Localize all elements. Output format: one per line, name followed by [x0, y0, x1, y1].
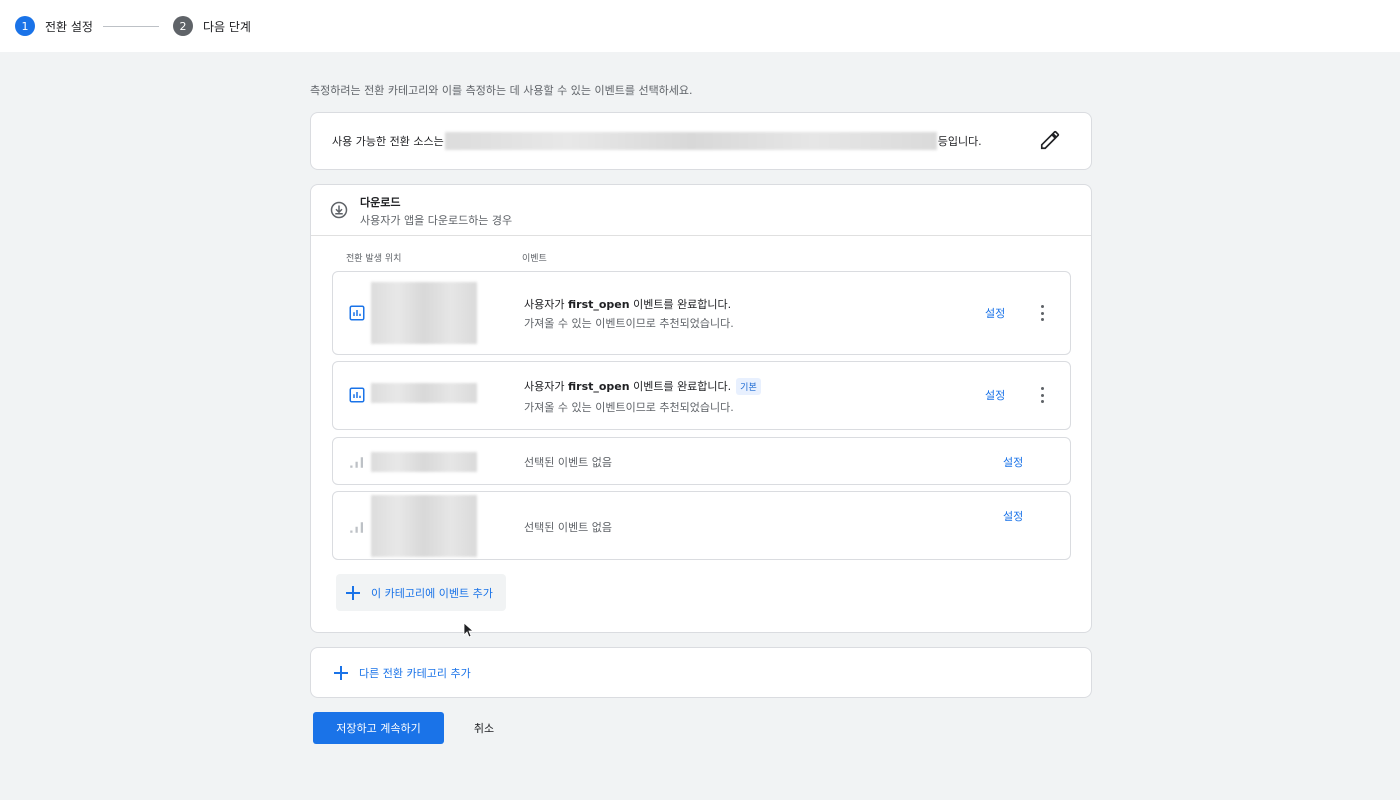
redacted-location [371, 383, 477, 403]
source-suffix: 등입니다. [937, 135, 982, 148]
step-label-2: 다음 단계 [202, 19, 251, 34]
event-text-post: 이벤트를 완료합니다. [629, 380, 732, 393]
event-row-2: 사용자가 first_open 이벤트를 완료합니다. 기본 가져올 수 있는 이… [332, 361, 1071, 430]
setup-link[interactable]: 설정 [985, 387, 1005, 403]
pencil-icon[interactable] [1039, 129, 1061, 151]
download-icon [330, 201, 348, 219]
more-vert-icon[interactable] [1039, 387, 1045, 403]
stepper-bar: 1 전환 설정 2 다음 단계 [0, 0, 1400, 52]
default-badge: 기본 [736, 378, 761, 395]
category-subtitle: 사용자가 앱을 다운로드하는 경우 [360, 214, 513, 227]
download-category-card: 다운로드 사용자가 앱을 다운로드하는 경우 전환 발생 위치 이벤트 사용자가… [310, 184, 1092, 633]
add-event-button[interactable]: 이 카테고리에 이벤트 추가 [336, 574, 506, 611]
cancel-button[interactable]: 취소 [460, 712, 508, 744]
event-text-pre: 사용자가 [524, 380, 568, 393]
source-prefix: 사용 가능한 전환 소스는 [332, 135, 444, 148]
intro-text: 측정하려는 전환 카테고리와 이를 측정하는 데 사용할 수 있는 이벤트를 선… [310, 84, 693, 97]
redacted-location [371, 495, 477, 557]
setup-link[interactable]: 설정 [1003, 454, 1023, 470]
event-name: first_open [567, 380, 630, 393]
step-connector [102, 25, 159, 27]
mouse-cursor-icon [463, 622, 475, 638]
event-text-post: 이벤트를 완료합니다. [629, 298, 732, 311]
step-label-1: 전환 설정 [45, 19, 93, 34]
column-header-location: 전환 발생 위치 [346, 254, 402, 264]
analytics-icon [349, 305, 365, 321]
step-next[interactable]: 2 다음 단계 [172, 16, 251, 36]
setup-link[interactable]: 설정 [1003, 508, 1023, 524]
event-row-1: 사용자가 first_open 이벤트를 완료합니다. 가져올 수 있는 이벤트… [332, 271, 1071, 355]
step-conversion-setup[interactable]: 1 전환 설정 [15, 16, 93, 36]
analytics-icon [349, 387, 365, 403]
event-row-4: 선택된 이벤트 없음 설정 [332, 491, 1071, 560]
conversion-source-card: 사용 가능한 전환 소스는 등입니다. [310, 112, 1092, 170]
step-number-1: 1 [15, 16, 35, 36]
category-title: 다운로드 [360, 196, 401, 209]
signal-bars-icon [350, 522, 363, 533]
event-text-pre: 사용자가 [524, 298, 568, 311]
add-event-label: 이 카테고리에 이벤트 추가 [371, 586, 493, 600]
save-continue-button[interactable]: 저장하고 계속하기 [313, 712, 444, 744]
category-header: 다운로드 사용자가 앱을 다운로드하는 경우 [311, 185, 1091, 236]
add-category-label: 다른 전환 카테고리 추가 [359, 666, 471, 680]
event-row-3: 선택된 이벤트 없음 설정 [332, 437, 1071, 485]
no-event-text: 선택된 이벤트 없음 [524, 521, 612, 534]
event-reason: 가져올 수 있는 이벤트이므로 추천되었습니다. [524, 317, 734, 330]
add-category-button[interactable]: 다른 전환 카테고리 추가 [310, 647, 1092, 698]
event-description: 사용자가 first_open 이벤트를 완료합니다. [524, 296, 731, 312]
redacted-sources [444, 132, 937, 150]
no-event-text: 선택된 이벤트 없음 [524, 456, 612, 469]
plus-icon [346, 585, 360, 600]
more-vert-icon[interactable] [1039, 305, 1045, 321]
step-number-2: 2 [172, 16, 193, 36]
event-description: 사용자가 first_open 이벤트를 완료합니다. 기본 [524, 378, 761, 395]
redacted-location [371, 282, 477, 344]
event-reason: 가져올 수 있는 이벤트이므로 추천되었습니다. [524, 401, 734, 414]
signal-bars-icon [350, 457, 363, 468]
event-name: first_open [567, 298, 630, 311]
redacted-location [371, 452, 477, 472]
plus-icon [334, 665, 348, 680]
column-header-event: 이벤트 [522, 254, 547, 264]
setup-link[interactable]: 설정 [985, 305, 1005, 321]
